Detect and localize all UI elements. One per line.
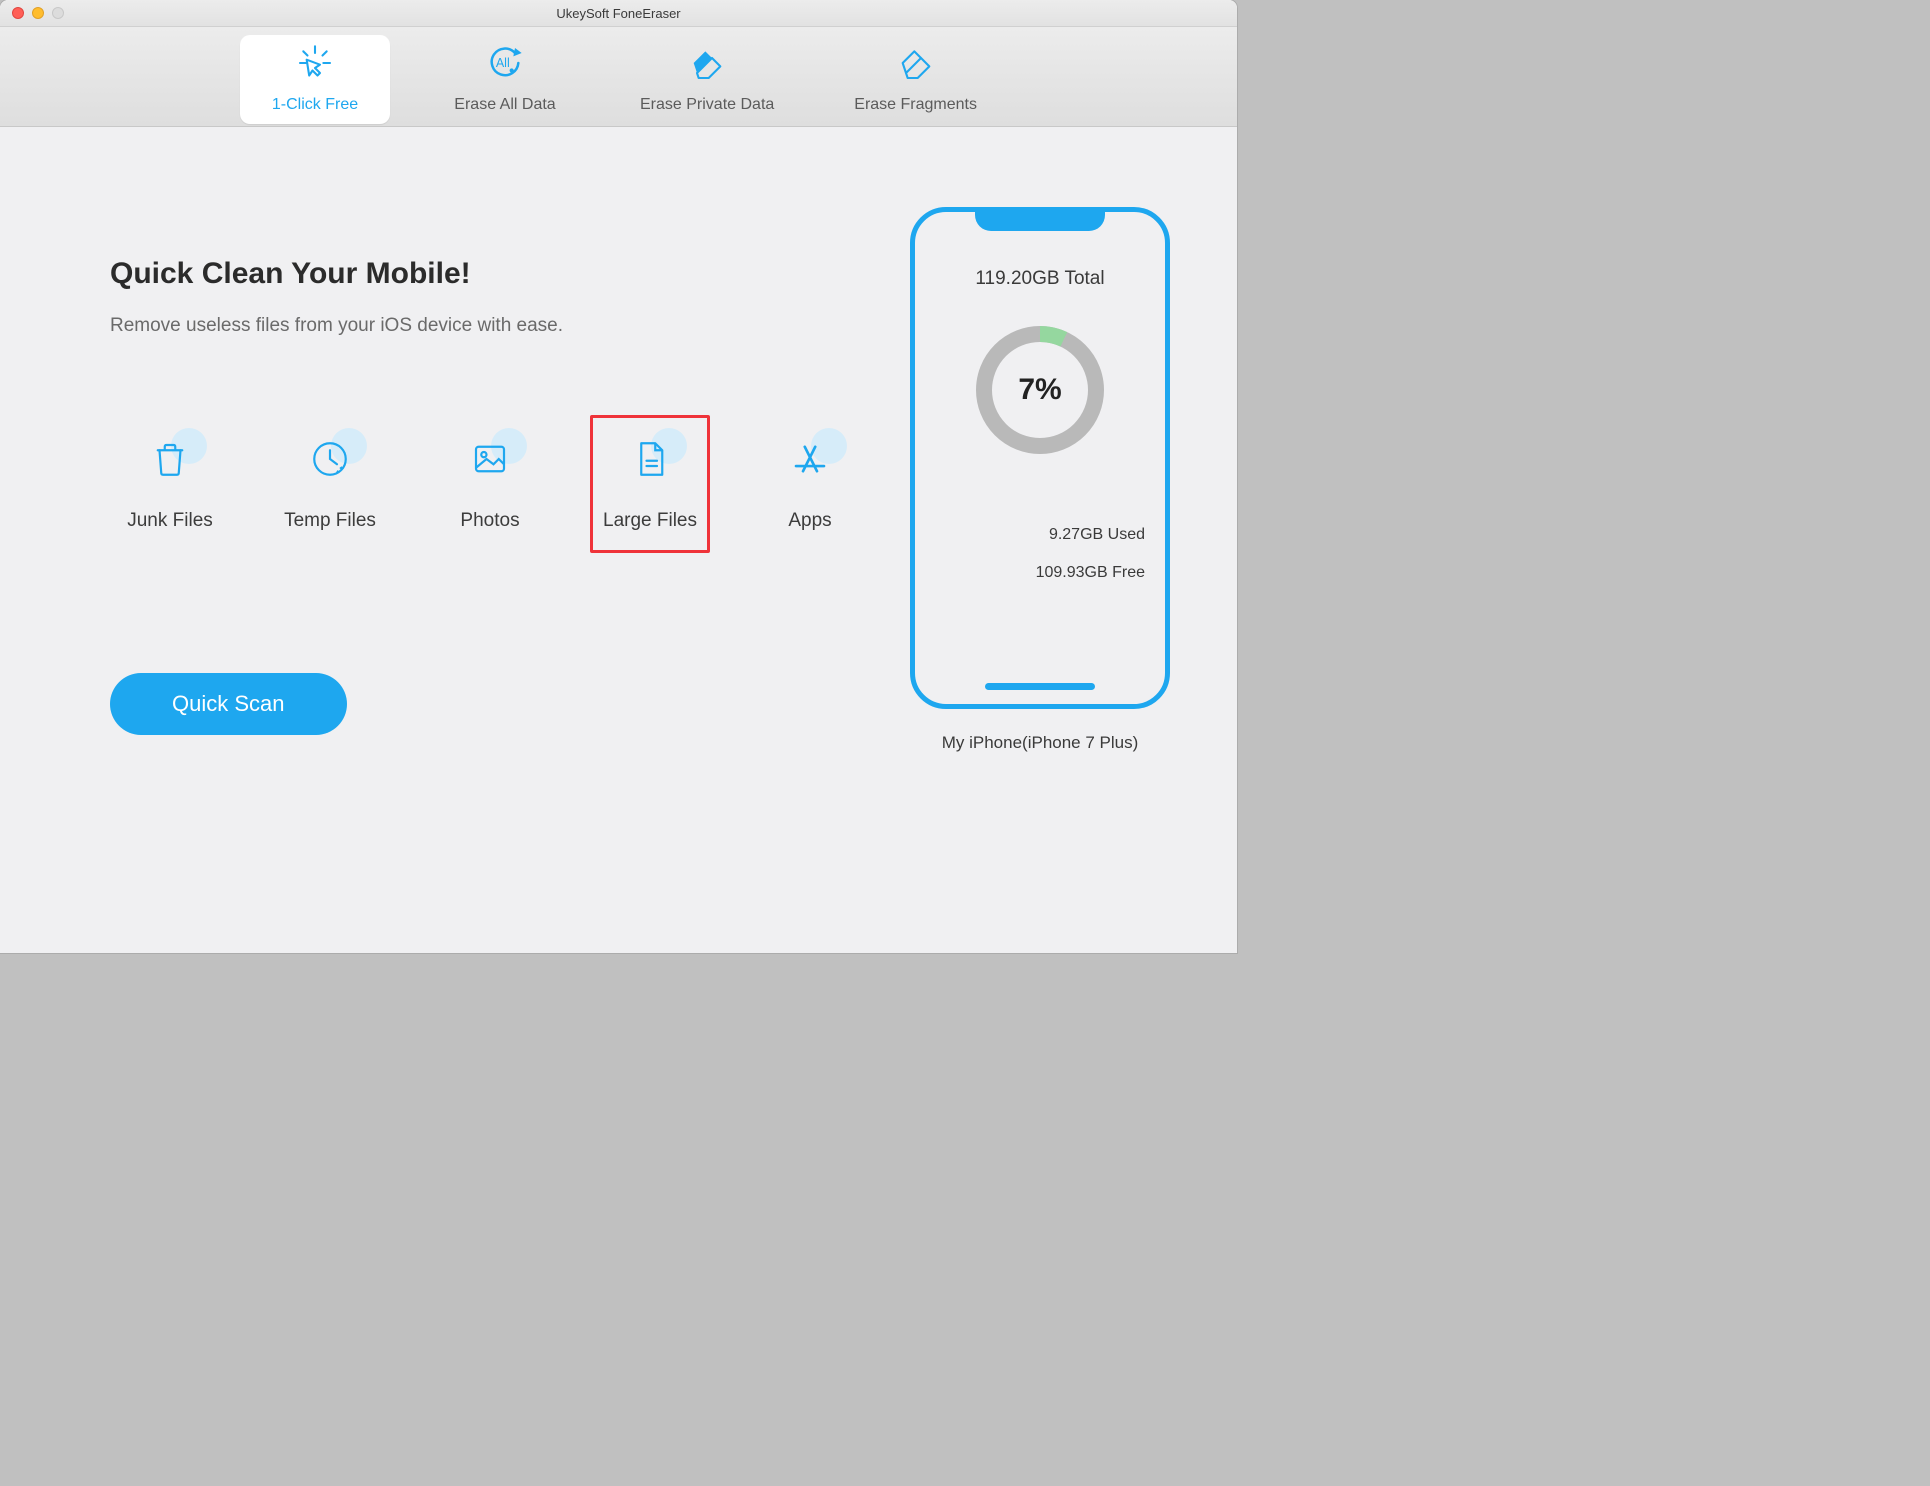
- tab-label: Erase All Data: [454, 96, 555, 114]
- category-label: Junk Files: [127, 510, 213, 532]
- category-temp-files[interactable]: Temp Files: [270, 415, 390, 553]
- clock-icon: [309, 438, 351, 485]
- storage-details: 9.27GB Used 109.93GB Free: [915, 516, 1165, 593]
- storage-donut-chart: 7%: [970, 320, 1110, 460]
- phone-notch: [975, 207, 1105, 231]
- eraser-filled-icon: [686, 43, 728, 88]
- category-label: Large Files: [603, 510, 697, 532]
- storage-total: 119.20GB Total: [975, 268, 1104, 290]
- quick-scan-button[interactable]: Quick Scan: [110, 673, 347, 735]
- image-icon: [469, 438, 511, 485]
- category-row: Junk Files Temp Files: [110, 415, 870, 553]
- tab-erase-all-data[interactable]: All Erase All Data: [430, 35, 580, 124]
- svg-text:All: All: [496, 56, 510, 70]
- category-label: Apps: [788, 510, 831, 532]
- trash-icon: [149, 438, 191, 485]
- device-panel: 119.20GB Total 7% 9.27GB Used 109.93GB F…: [910, 207, 1170, 913]
- main-content: Quick Clean Your Mobile! Remove useless …: [0, 127, 1237, 953]
- refresh-all-icon: All: [484, 43, 526, 88]
- document-icon: [629, 438, 671, 485]
- window-title: UkeySoft FoneEraser: [0, 6, 1237, 21]
- category-label: Photos: [460, 510, 519, 532]
- tab-1-click-free[interactable]: 1-Click Free: [240, 35, 390, 124]
- device-name: My iPhone(iPhone 7 Plus): [942, 733, 1139, 753]
- tab-erase-private-data[interactable]: Erase Private Data: [620, 35, 794, 124]
- category-junk-files[interactable]: Junk Files: [110, 415, 230, 553]
- storage-used: 9.27GB Used: [915, 516, 1145, 554]
- titlebar: UkeySoft FoneEraser: [0, 0, 1237, 27]
- window-controls: [0, 7, 64, 19]
- category-label: Temp Files: [284, 510, 376, 532]
- app-store-icon: [789, 438, 831, 485]
- cursor-click-icon: [294, 43, 336, 88]
- category-photos[interactable]: Photos: [430, 415, 550, 553]
- minimize-window-button[interactable]: [32, 7, 44, 19]
- storage-percent: 7%: [970, 320, 1110, 460]
- eraser-outline-icon: [895, 43, 937, 88]
- page-subtitle: Remove useless files from your iOS devic…: [110, 315, 870, 337]
- tab-erase-fragments[interactable]: Erase Fragments: [834, 35, 997, 124]
- tab-label: Erase Private Data: [640, 96, 774, 114]
- category-apps[interactable]: Apps: [750, 415, 870, 553]
- app-window: UkeySoft FoneEraser 1-Click Free: [0, 0, 1237, 953]
- tab-label: Erase Fragments: [854, 96, 977, 114]
- storage-free: 109.93GB Free: [915, 554, 1145, 592]
- close-window-button[interactable]: [12, 7, 24, 19]
- left-panel: Quick Clean Your Mobile! Remove useless …: [110, 207, 870, 913]
- category-large-files[interactable]: Large Files: [590, 415, 710, 553]
- top-tabs: 1-Click Free All Erase All Data Erase: [0, 27, 1237, 127]
- phone-frame: 119.20GB Total 7% 9.27GB Used 109.93GB F…: [910, 207, 1170, 709]
- tab-label: 1-Click Free: [272, 96, 358, 114]
- page-title: Quick Clean Your Mobile!: [110, 257, 870, 291]
- maximize-window-button: [52, 7, 64, 19]
- phone-home-indicator: [985, 683, 1095, 690]
